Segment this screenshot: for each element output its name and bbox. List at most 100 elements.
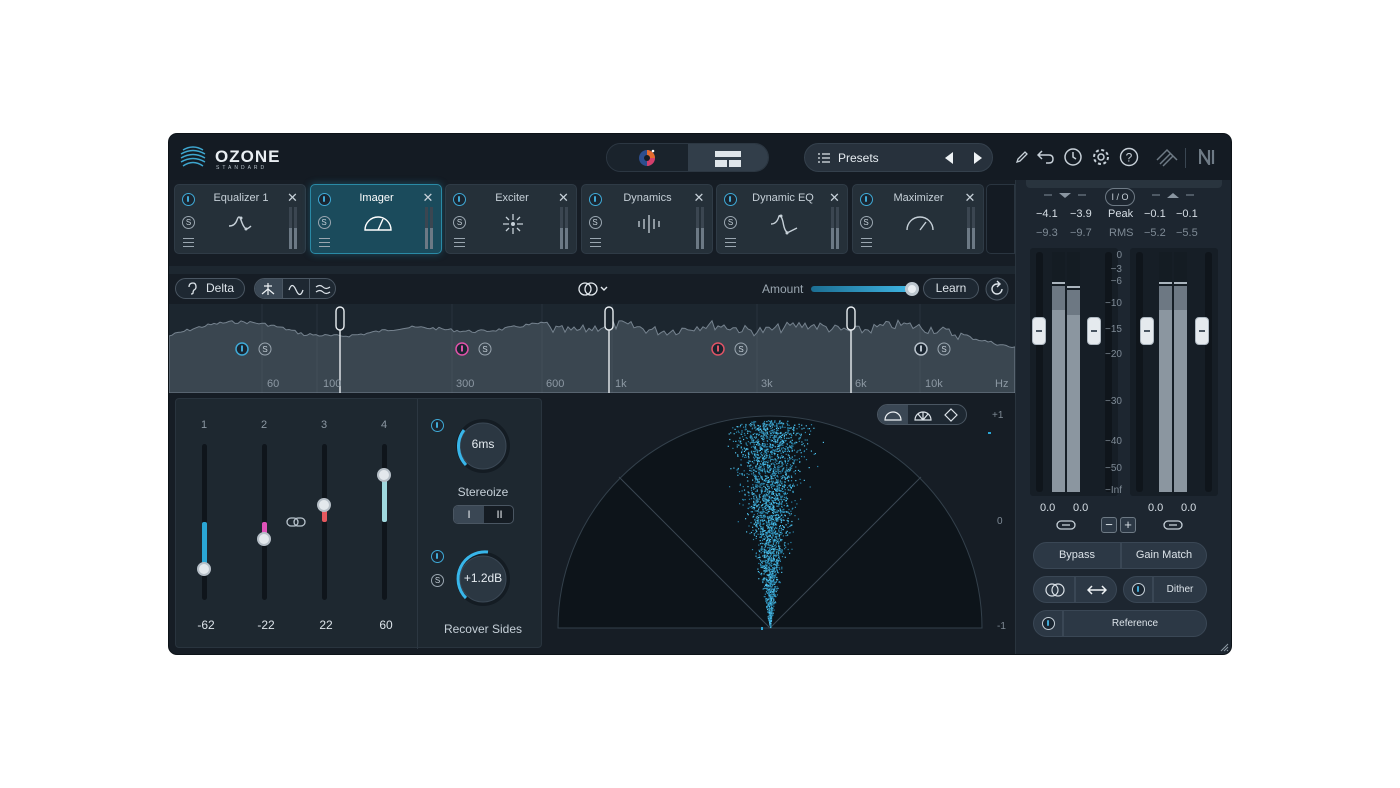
presets-bar[interactable]: Presets: [804, 143, 993, 172]
spectrum-wave-icon[interactable]: [315, 283, 331, 296]
refresh-icon[interactable]: [985, 277, 1009, 301]
reference-button[interactable]: Reference: [1063, 610, 1207, 637]
module-close-icon[interactable]: ✕: [829, 190, 840, 206]
freq-label: 100: [323, 378, 342, 390]
module-list-icon[interactable]: [589, 238, 601, 247]
view-mode-imager-button[interactable]: [255, 279, 282, 298]
io-toggle-button[interactable]: I / O: [1105, 188, 1135, 206]
mode-i-button[interactable]: I: [454, 506, 484, 523]
module-dynamic-eq[interactable]: Dynamic EQ S ✕: [716, 184, 848, 254]
output-gain-collapse-icon[interactable]: [1152, 192, 1196, 200]
next-preset-icon[interactable]: [973, 152, 983, 164]
add-module-slot[interactable]: [986, 184, 1015, 254]
recover-power-icon[interactable]: [431, 550, 444, 563]
module-power-icon[interactable]: [453, 193, 466, 206]
history-icon[interactable]: [1063, 147, 1083, 167]
ozone-window: OZONE STANDARD Presets ? Equalizer 1 S ✕…: [169, 134, 1231, 654]
stereoize-mode-switch: I II: [453, 505, 514, 524]
view-modules-button[interactable]: [688, 144, 768, 171]
module-close-icon[interactable]: ✕: [558, 190, 569, 206]
module-solo-button[interactable]: S: [453, 216, 466, 229]
spectrum-display[interactable]: S S S S 60 100 300 600 1k 3k 6k 10k Hz: [169, 304, 1015, 393]
help-icon[interactable]: ?: [1119, 147, 1139, 167]
fader-track[interactable]: [322, 444, 327, 600]
view-switcher: [606, 143, 769, 172]
module-power-icon[interactable]: [317, 193, 331, 206]
in-gain-r: 0.0: [1073, 502, 1089, 514]
power-mark: [461, 345, 463, 352]
amount-slider[interactable]: [811, 282, 919, 296]
module-close-icon[interactable]: ✕: [423, 190, 434, 206]
meter-scale-label: −3: [1110, 264, 1122, 275]
sine-wave-icon[interactable]: [288, 283, 304, 296]
resize-grip-icon[interactable]: [1219, 642, 1229, 652]
view-mode-group: [254, 278, 336, 299]
output-link-icon[interactable]: [1163, 519, 1183, 531]
decrease-gain-button[interactable]: −: [1101, 517, 1117, 533]
delta-button[interactable]: Delta: [175, 278, 245, 299]
stereo-link-dropdown-icon[interactable]: [577, 281, 611, 297]
module-icon: [228, 216, 252, 231]
module-solo-button[interactable]: S: [588, 216, 602, 229]
fader-knob[interactable]: [377, 468, 391, 483]
dither-power-button[interactable]: [1123, 576, 1153, 603]
module-close-icon[interactable]: ✕: [287, 190, 298, 206]
dither-button[interactable]: Dither: [1153, 576, 1207, 603]
in-peak-r: −3.9: [1070, 208, 1092, 220]
stereo-mode-button[interactable]: [1033, 576, 1075, 603]
module-list-icon[interactable]: [860, 238, 872, 247]
fader-knob[interactable]: [317, 497, 331, 512]
reference-power-button[interactable]: [1033, 610, 1063, 637]
module-list-icon[interactable]: [183, 238, 194, 247]
fader-knob[interactable]: [197, 561, 211, 576]
input-link-icon[interactable]: [1056, 519, 1076, 531]
module-equalizer-1[interactable]: Equalizer 1 S ✕: [174, 184, 306, 254]
module-meter-r: [565, 207, 568, 249]
module-power-icon[interactable]: [588, 193, 602, 206]
undo-icon[interactable]: [1037, 148, 1055, 164]
module-list-icon[interactable]: [318, 238, 330, 247]
fader-knob[interactable]: [257, 532, 271, 547]
output-gain-fader-r[interactable]: [1195, 317, 1209, 345]
module-dynamics[interactable]: Dynamics S ✕: [580, 184, 713, 254]
module-list-icon[interactable]: [725, 238, 736, 247]
increase-gain-button[interactable]: +: [1120, 517, 1136, 533]
module-power-icon[interactable]: [182, 193, 195, 206]
app-logo-title: OZONE: [215, 147, 281, 166]
input-gain-fader-l[interactable]: [1032, 317, 1046, 345]
mode-ii-button[interactable]: II: [484, 506, 513, 523]
stereoize-power-icon[interactable]: [431, 419, 444, 432]
input-gain-collapse-icon[interactable]: [1044, 192, 1088, 200]
module-exciter[interactable]: Exciter S ✕: [445, 184, 577, 254]
output-gain-fader-l[interactable]: [1140, 317, 1154, 345]
amount-label: Amount: [762, 282, 804, 296]
module-meter-l: [966, 207, 970, 249]
module-solo-button[interactable]: S: [182, 216, 195, 229]
module-solo-button[interactable]: S: [724, 216, 737, 229]
module-close-icon[interactable]: ✕: [694, 190, 705, 206]
izotope-logo-icon: [1156, 148, 1178, 167]
gear-icon[interactable]: [1091, 147, 1111, 167]
amount-knob[interactable]: [904, 282, 919, 296]
bypass-button[interactable]: Bypass: [1033, 542, 1121, 569]
pencil-icon[interactable]: [1015, 150, 1029, 164]
module-close-icon[interactable]: ✕: [965, 190, 976, 206]
gain-match-button[interactable]: Gain Match: [1121, 542, 1207, 569]
prev-preset-icon[interactable]: [944, 152, 954, 164]
spectrum-graph: SSSS: [169, 304, 1015, 393]
input-gain-fader-r[interactable]: [1087, 317, 1101, 345]
module-imager[interactable]: Imager S ✕: [309, 184, 442, 254]
view-assistant-button[interactable]: [607, 144, 688, 171]
learn-button[interactable]: Learn: [923, 278, 979, 299]
module-maximizer[interactable]: Maximizer S ✕: [851, 184, 984, 254]
module-power-icon[interactable]: [724, 193, 737, 206]
link-bands-icon[interactable]: [286, 516, 306, 528]
swap-channels-button[interactable]: [1075, 576, 1117, 603]
module-solo-button[interactable]: S: [317, 216, 331, 229]
recover-solo-button[interactable]: S: [431, 574, 444, 587]
module-list-icon[interactable]: [454, 238, 465, 247]
module-solo-button[interactable]: S: [859, 216, 873, 229]
module-icon: [770, 214, 798, 235]
module-power-icon[interactable]: [859, 193, 873, 206]
out-peak-r: −0.1: [1176, 208, 1198, 220]
